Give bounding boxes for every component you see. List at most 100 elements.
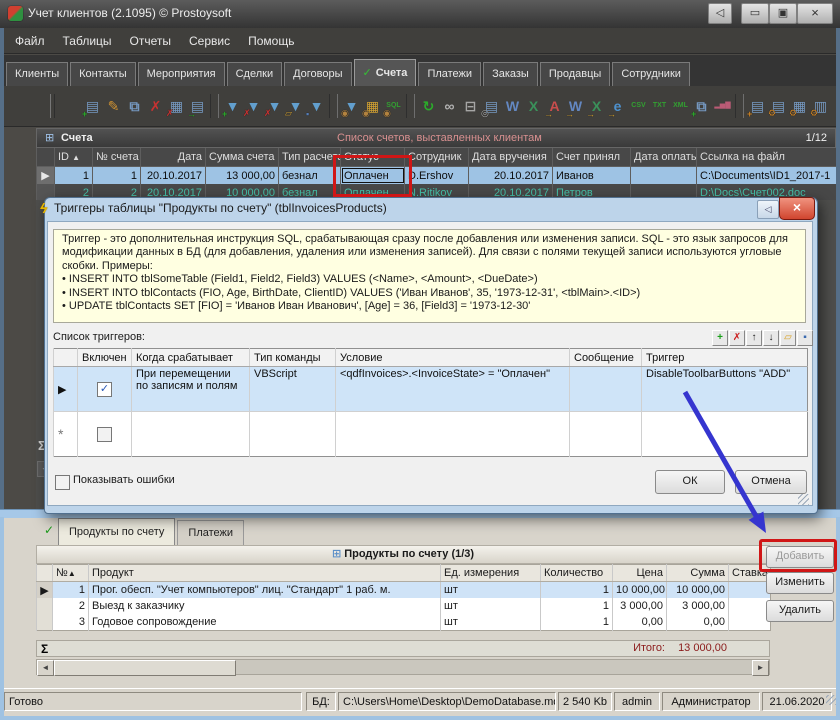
scroll-right-arrow[interactable]: ► <box>752 660 769 676</box>
window-border-bottom <box>0 716 840 720</box>
subtable-tab-bar: Продукты по счету Платежи <box>58 518 246 545</box>
dialog-collapse-button[interactable]: ◁ <box>757 200 779 219</box>
horizontal-scrollbar[interactable]: ◄ ► <box>36 659 770 675</box>
tab-invoice-products[interactable]: Продукты по счету <box>58 518 175 545</box>
move-down-icon[interactable]: ↓ <box>763 330 779 346</box>
delete-record-icon[interactable]: ✗ <box>145 94 166 118</box>
open-word-icon[interactable]: W <box>502 94 523 118</box>
toolbar-icons: ▤+ ✎ ⧉ ✗ ▦✗ ▤→ ▼+ ▼✗ ▼✗ ▼▱ ▼▪ ▼◉ ▦◉ SQL◉… <box>82 92 831 120</box>
table-row[interactable]: ▶ 1 Прог. обесп. "Учет компьютеров" лиц.… <box>37 582 771 599</box>
close-button[interactable]: × <box>797 3 833 24</box>
add-linked-record-icon[interactable]: ▤+ <box>747 94 768 118</box>
delete-trigger-icon[interactable]: ✗ <box>729 330 745 346</box>
tab-invoices[interactable]: ✓Счета <box>354 59 417 86</box>
delete-button[interactable]: Удалить <box>766 600 834 622</box>
add-trigger-icon[interactable]: + <box>712 330 728 346</box>
preview-icon[interactable]: ▤◎ <box>481 94 502 118</box>
open-excel-icon[interactable]: X <box>523 94 544 118</box>
tab-invoice-payments[interactable]: Платежи <box>177 520 244 545</box>
tab-employees[interactable]: Сотрудники <box>612 62 690 86</box>
status-user: admin <box>614 692 660 711</box>
products-summary-row: Σ Итого: 13 000,00 <box>36 640 770 657</box>
print-icon[interactable]: ⊟ <box>460 94 481 118</box>
open-folder-icon[interactable]: ▱ <box>780 330 796 346</box>
save-icon[interactable]: ▪ <box>797 330 813 346</box>
filter-add-icon[interactable]: ▼+ <box>222 94 243 118</box>
edit-button[interactable]: Изменить <box>766 572 834 594</box>
chart-icon[interactable]: ▂▅▇ <box>712 94 733 118</box>
record-settings-icon[interactable]: ▤⚙ <box>768 94 789 118</box>
export-word-icon[interactable]: W→ <box>565 94 586 118</box>
dialog-close-button[interactable]: × <box>779 197 815 220</box>
filter-view-icon[interactable]: ▼◉ <box>341 94 362 118</box>
tab-contracts[interactable]: Договоры <box>284 62 351 86</box>
tab-clients[interactable]: Клиенты <box>6 62 68 86</box>
menu-service[interactable]: Сервис <box>180 29 239 53</box>
copy-table-icon[interactable]: ⧉+ <box>691 94 712 118</box>
toolbar-separator <box>210 94 219 118</box>
menu-file[interactable]: Файл <box>6 29 54 53</box>
menu-tables[interactable]: Таблицы <box>54 29 121 53</box>
filter-save-icon[interactable]: ▼▪ <box>306 94 327 118</box>
sql-view-icon[interactable]: SQL◉ <box>383 94 404 118</box>
sum-row-sigma: Σ <box>41 642 48 656</box>
filter-remove-all-icon[interactable]: ▼✗ <box>264 94 285 118</box>
table-row[interactable]: 2 Выезд к заказчику шт 1 3 000,00 3 000,… <box>37 598 771 614</box>
toolbar-separator <box>406 94 415 118</box>
export-xml-icon[interactable]: XML <box>670 94 691 118</box>
export-txt-icon[interactable]: TXT <box>649 94 670 118</box>
tab-contacts[interactable]: Контакты <box>70 62 136 86</box>
scroll-left-arrow[interactable]: ◄ <box>37 660 54 676</box>
status-db-size: 2 540 Kb <box>558 692 612 711</box>
refresh-icon[interactable]: ↻ <box>418 94 439 118</box>
tab-sellers[interactable]: Продавцы <box>540 62 611 86</box>
table-settings-icon[interactable]: ▦⚙ <box>789 94 810 118</box>
export-report-icon[interactable]: A→ <box>544 94 565 118</box>
export-record-icon[interactable]: ▤→ <box>187 94 208 118</box>
filter-remove-icon[interactable]: ▼✗ <box>243 94 264 118</box>
table-row[interactable]: 3 Годовое сопровождение шт 1 0,00 0,00 <box>37 614 771 631</box>
maximize-button[interactable]: ▣ <box>769 3 797 24</box>
tab-orders[interactable]: Заказы <box>483 62 538 86</box>
annotation-rectangle-status <box>333 155 412 197</box>
export-html-icon[interactable]: e→ <box>607 94 628 118</box>
table-row[interactable]: ▶ 1 1 20.10.2017 13 000,00 безнал Оплаче… <box>37 167 837 185</box>
window-resize-grip[interactable] <box>826 695 836 705</box>
menu-help[interactable]: Помощь <box>239 29 303 53</box>
subtables-view-icon[interactable]: ▦◉ <box>362 94 383 118</box>
table-icon: ⊞ <box>332 548 341 560</box>
form-settings-icon[interactable]: ▥⚙ <box>810 94 831 118</box>
export-excel-icon[interactable]: X→ <box>586 94 607 118</box>
toolbar-grip <box>50 94 55 118</box>
export-csv-icon[interactable]: CSV <box>628 94 649 118</box>
search-icon[interactable]: ∞ <box>439 94 460 118</box>
window-border-left <box>0 28 4 517</box>
menu-reports[interactable]: Отчеты <box>121 29 180 53</box>
check-icon: ✓ <box>44 523 54 537</box>
collapse-window-button[interactable]: ◁ <box>708 3 732 24</box>
enabled-checkbox[interactable] <box>97 427 112 442</box>
edit-record-icon[interactable]: ✎ <box>103 94 124 118</box>
toolbar-separator <box>735 94 744 118</box>
table-tab-bar: Клиенты Контакты Мероприятия Сделки Дого… <box>0 55 840 86</box>
tab-events[interactable]: Мероприятия <box>138 62 225 86</box>
invoices-pager: 1/12 <box>806 132 827 144</box>
new-record-icon[interactable]: ▤+ <box>82 94 103 118</box>
new-row-marker: * <box>54 412 78 457</box>
lightning-icon: ϟ <box>40 200 47 216</box>
invoices-header-row: ID ▲ № счета Дата Сумма счета Тип расчет… <box>37 148 837 167</box>
tab-payments[interactable]: Платежи <box>418 62 481 86</box>
enabled-checkbox[interactable]: ✓ <box>97 382 112 397</box>
filter-load-icon[interactable]: ▼▱ <box>285 94 306 118</box>
show-errors-checkbox[interactable] <box>55 475 70 490</box>
annotation-arrow <box>640 385 820 545</box>
copy-record-icon[interactable]: ⧉ <box>124 94 145 118</box>
scrollbar-thumb[interactable] <box>54 660 236 676</box>
total-value: 13 000,00 <box>678 642 727 654</box>
row-marker: ▶ <box>37 167 55 185</box>
tab-deals[interactable]: Сделки <box>227 62 283 86</box>
minimize-button[interactable]: ▭ <box>741 3 769 24</box>
clear-table-icon[interactable]: ▦✗ <box>166 94 187 118</box>
trigger-list-label: Список триггеров: <box>53 331 145 343</box>
move-up-icon[interactable]: ↑ <box>746 330 762 346</box>
